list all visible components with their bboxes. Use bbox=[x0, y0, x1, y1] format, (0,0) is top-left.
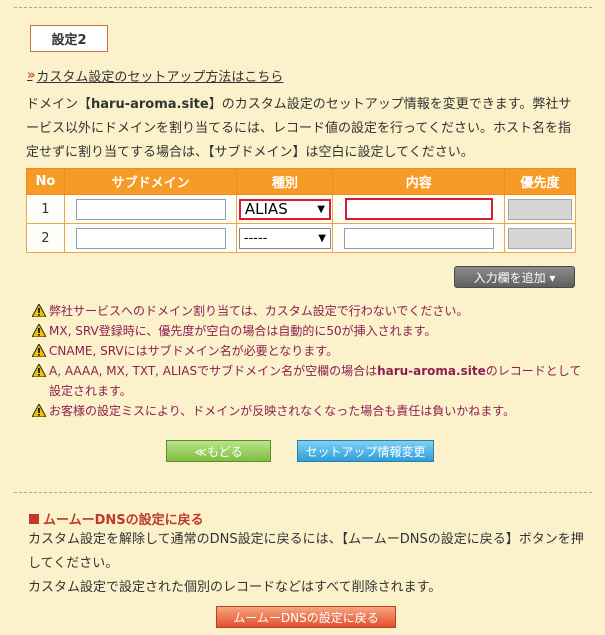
header-no: No bbox=[26, 168, 65, 195]
intro-part1: ドメイン【 bbox=[26, 97, 92, 112]
setup-help-link-label: カスタム設定のセットアップ方法はこちら bbox=[36, 70, 284, 85]
table-row: 1 ALIAS ▼ bbox=[26, 194, 576, 224]
return-to-dns-button[interactable]: ムームーDNSの設定に戻る bbox=[216, 606, 396, 628]
content-input[interactable] bbox=[343, 227, 494, 249]
warning-icon bbox=[32, 324, 46, 337]
table-header-row: No サブドメイン 種別 内容 優先度 bbox=[26, 168, 576, 195]
mid-divider bbox=[14, 492, 592, 493]
warning-icon bbox=[32, 404, 46, 417]
dropdown-caret-icon: ▼ bbox=[317, 203, 325, 215]
priority-input[interactable] bbox=[508, 198, 573, 220]
warning-icon bbox=[32, 364, 46, 377]
warning-note-pre: A, AAAA, MX, TXT, ALIASでサブドメイン名が空欄の場合は bbox=[49, 364, 378, 378]
row-number: 1 bbox=[26, 194, 65, 224]
top-divider bbox=[14, 7, 592, 8]
dns-section-title-text: ムームーDNSの設定に戻る bbox=[43, 513, 204, 528]
dropdown-caret-icon: ▼ bbox=[318, 232, 326, 244]
warning-note: お客様の設定ミスにより、ドメインが反映されなくなった場合も責任は負いかねます。 bbox=[32, 401, 582, 421]
type-select[interactable]: ALIAS ▼ bbox=[238, 198, 331, 220]
type-select-value: ----- bbox=[243, 230, 268, 246]
dns-section-text: カスタム設定を解除して通常のDNS設定に戻るには、【ムームーDNSの設定に戻る】… bbox=[28, 528, 584, 600]
add-row-button[interactable]: 入力欄を追加 ▾ bbox=[454, 266, 575, 288]
table-row: 2 ----- ▼ bbox=[26, 223, 576, 253]
warning-note-text: 弊社サービスへのドメイン割り当ては、カスタム設定で行わないでください。 bbox=[49, 304, 469, 318]
content-input[interactable] bbox=[344, 198, 493, 220]
warning-note-text: CNAME, SRVにはサブドメイン名が必要となります。 bbox=[49, 344, 339, 358]
warning-icon bbox=[32, 304, 46, 317]
double-chevron-icon: » bbox=[27, 68, 36, 83]
dns-section-title: ムームーDNSの設定に戻る bbox=[29, 509, 204, 528]
warning-note-text: MX, SRV登録時に、優先度が空白の場合は自動的に50が挿入されます。 bbox=[49, 324, 437, 338]
subdomain-input[interactable] bbox=[75, 227, 226, 249]
warning-note-text: お客様の設定ミスにより、ドメインが反映されなくなった場合も責任は負いかねます。 bbox=[49, 404, 516, 418]
intro-text: ドメイン【haru-aroma.site】のカスタム設定のセットアップ情報を変更… bbox=[26, 93, 582, 165]
dns-text-line1: カスタム設定を解除して通常のDNS設定に戻るには、【ムームーDNSの設定に戻る】… bbox=[28, 532, 584, 571]
warning-icon bbox=[32, 344, 46, 357]
section-title-text: 設定2 bbox=[51, 33, 87, 48]
warning-note: MX, SRV登録時に、優先度が空白の場合は自動的に50が挿入されます。 bbox=[32, 321, 582, 341]
dns-text-line2: カスタム設定で設定された個別のレコードなどはすべて削除されます。 bbox=[28, 580, 442, 595]
back-button[interactable]: ≪もどる bbox=[166, 440, 271, 462]
header-priority: 優先度 bbox=[504, 168, 576, 195]
section-title: 設定2 bbox=[30, 25, 108, 52]
record-table: No サブドメイン 種別 内容 優先度 1 ALIAS ▼ 2 ----- ▼ bbox=[26, 168, 576, 253]
change-setup-button[interactable]: セットアップ情報変更 bbox=[297, 440, 434, 462]
subdomain-input[interactable] bbox=[75, 198, 226, 220]
header-content: 内容 bbox=[332, 168, 506, 195]
setup-help-link[interactable]: » カスタム設定のセットアップ方法はこちら bbox=[27, 66, 283, 85]
header-subdomain: サブドメイン bbox=[63, 168, 238, 195]
type-select-value: ALIAS bbox=[244, 200, 288, 218]
warning-notes: 弊社サービスへのドメイン割り当ては、カスタム設定で行わないでください。 MX, … bbox=[32, 301, 582, 421]
square-bullet-icon bbox=[29, 513, 39, 524]
warning-note-text: A, AAAA, MX, TXT, ALIASでサブドメイン名が空欄の場合はha… bbox=[49, 361, 582, 401]
row-number: 2 bbox=[26, 223, 65, 253]
warning-note: A, AAAA, MX, TXT, ALIASでサブドメイン名が空欄の場合はha… bbox=[32, 361, 582, 401]
intro-domain: haru-aroma.site bbox=[91, 97, 209, 112]
warning-note: CNAME, SRVにはサブドメイン名が必要となります。 bbox=[32, 341, 582, 361]
warning-note: 弊社サービスへのドメイン割り当ては、カスタム設定で行わないでください。 bbox=[32, 301, 582, 321]
header-type: 種別 bbox=[236, 168, 334, 195]
priority-input[interactable] bbox=[508, 227, 573, 249]
type-select[interactable]: ----- ▼ bbox=[238, 227, 331, 249]
warning-note-domain: haru-aroma.site bbox=[377, 364, 486, 378]
